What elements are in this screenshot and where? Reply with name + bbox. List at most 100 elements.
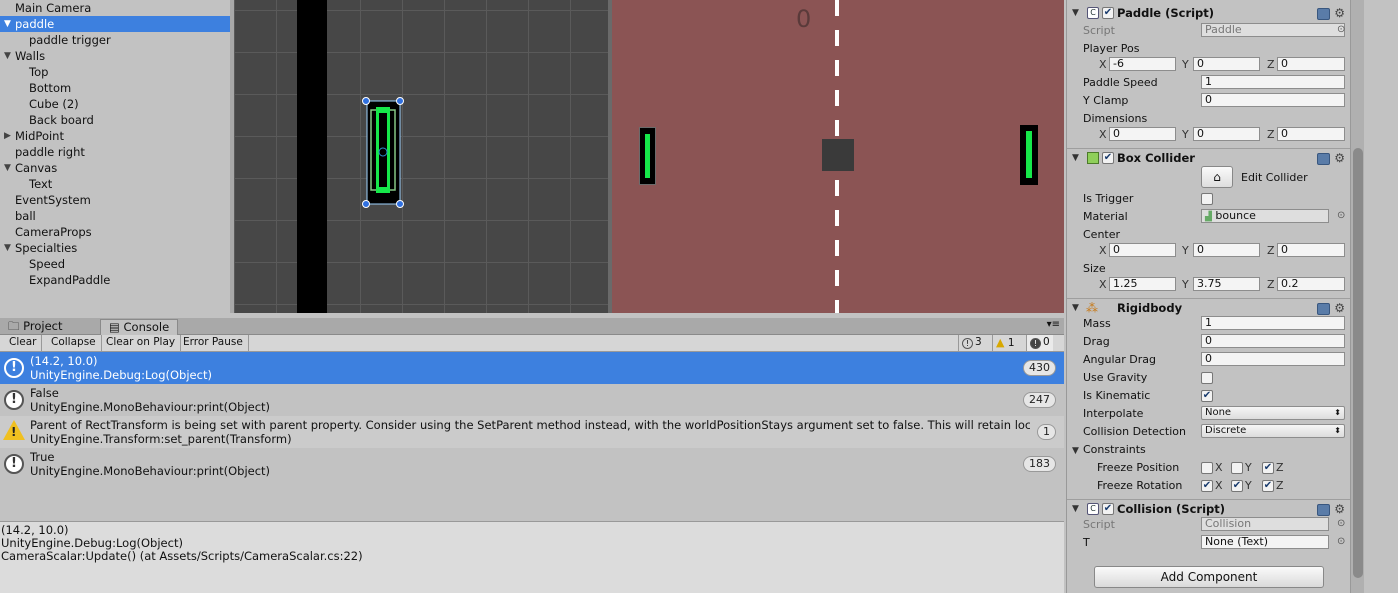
- interpolate-dropdown[interactable]: None ⬍: [1201, 406, 1345, 420]
- y-clamp-field[interactable]: 0: [1201, 93, 1345, 107]
- help-book-icon[interactable]: [1317, 302, 1331, 315]
- fold-arrow-icon[interactable]: ▼: [1072, 153, 1079, 163]
- settings-gear-icon[interactable]: ⚙: [1317, 151, 1345, 165]
- info-count-toggle[interactable]: ! 3: [958, 335, 985, 351]
- expand-arrow-icon[interactable]: ▶: [4, 128, 11, 144]
- hierarchy-item-eventsystem[interactable]: EventSystem: [0, 192, 230, 208]
- add-component-button[interactable]: Add Component: [1094, 566, 1324, 588]
- object-picker-icon[interactable]: ⊙: [1337, 536, 1345, 547]
- fold-arrow-icon[interactable]: ▼: [1072, 303, 1079, 313]
- freeze-rotation-y-checkbox[interactable]: ✔: [1231, 480, 1243, 492]
- is-trigger-checkbox[interactable]: [1201, 193, 1213, 205]
- component-header-rigidbody[interactable]: ▼ ⁂ Rigidbody ⚙: [1067, 298, 1350, 316]
- center-y-field[interactable]: 0: [1193, 243, 1260, 257]
- script-field[interactable]: Paddle: [1201, 23, 1345, 37]
- object-picker-icon[interactable]: ⊙: [1337, 24, 1345, 35]
- expand-arrow-icon[interactable]: ▼: [4, 48, 11, 64]
- hierarchy-item-back-board[interactable]: Back board: [0, 112, 230, 128]
- help-book-icon[interactable]: [1317, 7, 1331, 20]
- tab-console[interactable]: ▤ Console: [100, 319, 179, 335]
- wall-object[interactable]: [297, 0, 327, 313]
- fold-arrow-icon[interactable]: ▼: [1072, 504, 1079, 514]
- size-z-field[interactable]: 0.2: [1277, 277, 1345, 291]
- player-pos-x-field[interactable]: -6: [1109, 57, 1176, 71]
- help-book-icon[interactable]: [1317, 503, 1331, 516]
- hierarchy-item-midpoint[interactable]: ▶ MidPoint: [0, 128, 230, 144]
- drag-field[interactable]: 0: [1201, 334, 1345, 348]
- clear-on-play-button[interactable]: Clear on Play: [101, 335, 182, 351]
- hierarchy-item-paddle-right[interactable]: paddle right: [0, 144, 230, 160]
- mass-field[interactable]: 1: [1201, 316, 1345, 330]
- player-pos-y-field[interactable]: 0: [1193, 57, 1260, 71]
- log-entry[interactable]: ! Parent of RectTransform is being set w…: [0, 416, 1064, 448]
- hierarchy-item-main-camera[interactable]: Main Camera: [0, 0, 230, 16]
- center-x-field[interactable]: 0: [1109, 243, 1176, 257]
- enabled-checkbox[interactable]: ✔: [1102, 152, 1114, 164]
- script-field[interactable]: Collision: [1201, 517, 1329, 531]
- expand-arrow-icon[interactable]: ▼: [4, 16, 11, 32]
- panel-menu-icon[interactable]: ▾≡: [1047, 319, 1060, 330]
- freeze-position-y-checkbox[interactable]: [1231, 462, 1243, 474]
- game-view[interactable]: 0: [612, 0, 1064, 313]
- log-entry[interactable]: ! False UnityEngine.MonoBehaviour:print(…: [0, 384, 1064, 416]
- expand-arrow-icon[interactable]: ▼: [4, 160, 11, 176]
- object-picker-icon[interactable]: ⊙: [1337, 210, 1345, 221]
- hierarchy-item-bottom[interactable]: Bottom: [0, 80, 230, 96]
- hierarchy-item-walls[interactable]: ▼ Walls: [0, 48, 230, 64]
- hierarchy-item-cameraprops[interactable]: CameraProps: [0, 224, 230, 240]
- settings-gear-icon[interactable]: ⚙: [1317, 6, 1345, 20]
- angular-drag-field[interactable]: 0: [1201, 352, 1345, 366]
- freeze-position-z-checkbox[interactable]: ✔: [1262, 462, 1274, 474]
- log-detail-pane[interactable]: (14.2, 10.0) UnityEngine.Debug:Log(Objec…: [0, 521, 1064, 593]
- clear-button[interactable]: Clear: [4, 335, 43, 351]
- settings-gear-icon[interactable]: ⚙: [1317, 502, 1345, 516]
- enabled-checkbox[interactable]: ✔: [1102, 503, 1114, 515]
- hierarchy-item-paddle-trigger[interactable]: paddle trigger: [0, 32, 230, 48]
- player-pos-z-field[interactable]: 0: [1277, 57, 1345, 71]
- fold-arrow-icon[interactable]: ▼: [1072, 446, 1079, 456]
- freeze-position-x-checkbox[interactable]: [1201, 462, 1213, 474]
- center-z-field[interactable]: 0: [1277, 243, 1345, 257]
- log-entry[interactable]: ! (14.2, 10.0) UnityEngine.Debug:Log(Obj…: [0, 352, 1064, 384]
- hierarchy-item-specialties[interactable]: ▼ Specialties: [0, 240, 230, 256]
- error-pause-button[interactable]: Error Pause: [178, 335, 249, 351]
- dimensions-y-field[interactable]: 0: [1193, 127, 1260, 141]
- error-count-toggle[interactable]: ! 0: [1026, 335, 1053, 351]
- expand-arrow-icon[interactable]: ▼: [4, 240, 11, 256]
- selected-paddle-gizmo[interactable]: [359, 95, 409, 210]
- settings-gear-icon[interactable]: ⚙: [1317, 301, 1345, 315]
- hierarchy-item-speed[interactable]: Speed: [0, 256, 230, 272]
- inspector-scrollbar[interactable]: [1350, 0, 1364, 593]
- scene-view[interactable]: [234, 0, 610, 313]
- component-header-collision-script[interactable]: ▼ C ✔ Collision (Script) ⚙: [1067, 499, 1350, 517]
- freeze-rotation-x-checkbox[interactable]: ✔: [1201, 480, 1213, 492]
- paddle-speed-field[interactable]: 1: [1201, 75, 1345, 89]
- object-picker-icon[interactable]: ⊙: [1337, 518, 1345, 529]
- hierarchy-item-expandpaddle[interactable]: ExpandPaddle: [0, 272, 230, 288]
- use-gravity-checkbox[interactable]: [1201, 372, 1213, 384]
- size-x-field[interactable]: 1.25: [1109, 277, 1176, 291]
- component-header-box-collider[interactable]: ▼ ✔ Box Collider ⚙: [1067, 148, 1350, 166]
- component-header-paddle-script[interactable]: ▼ C ✔ Paddle (Script) ⚙: [1067, 5, 1350, 23]
- is-kinematic-checkbox[interactable]: ✔: [1201, 390, 1213, 402]
- enabled-checkbox[interactable]: ✔: [1102, 7, 1114, 19]
- warning-count-toggle[interactable]: ▲ 1: [992, 335, 1018, 351]
- help-book-icon[interactable]: [1317, 152, 1331, 165]
- hierarchy-item-text[interactable]: Text: [0, 176, 230, 192]
- freeze-rotation-z-checkbox[interactable]: ✔: [1262, 480, 1274, 492]
- tab-project[interactable]: 🗀 Project: [0, 319, 71, 335]
- dimensions-z-field[interactable]: 0: [1277, 127, 1345, 141]
- hierarchy-item-paddle[interactable]: ▼ paddle: [0, 16, 230, 32]
- size-y-field[interactable]: 3.75: [1193, 277, 1260, 291]
- material-field[interactable]: ▟ bounce: [1201, 209, 1329, 223]
- edit-collider-button[interactable]: ⌂: [1201, 166, 1233, 188]
- log-entry[interactable]: ! True UnityEngine.MonoBehaviour:print(O…: [0, 448, 1064, 480]
- collision-detection-dropdown[interactable]: Discrete ⬍: [1201, 424, 1345, 438]
- t-field[interactable]: None (Text): [1201, 535, 1329, 549]
- hierarchy-item-cube-2[interactable]: Cube (2): [0, 96, 230, 112]
- hierarchy-item-top[interactable]: Top: [0, 64, 230, 80]
- scrollbar-thumb[interactable]: [1353, 148, 1363, 578]
- hierarchy-item-canvas[interactable]: ▼ Canvas: [0, 160, 230, 176]
- hierarchy-item-ball[interactable]: ball: [0, 208, 230, 224]
- fold-arrow-icon[interactable]: ▼: [1072, 8, 1079, 18]
